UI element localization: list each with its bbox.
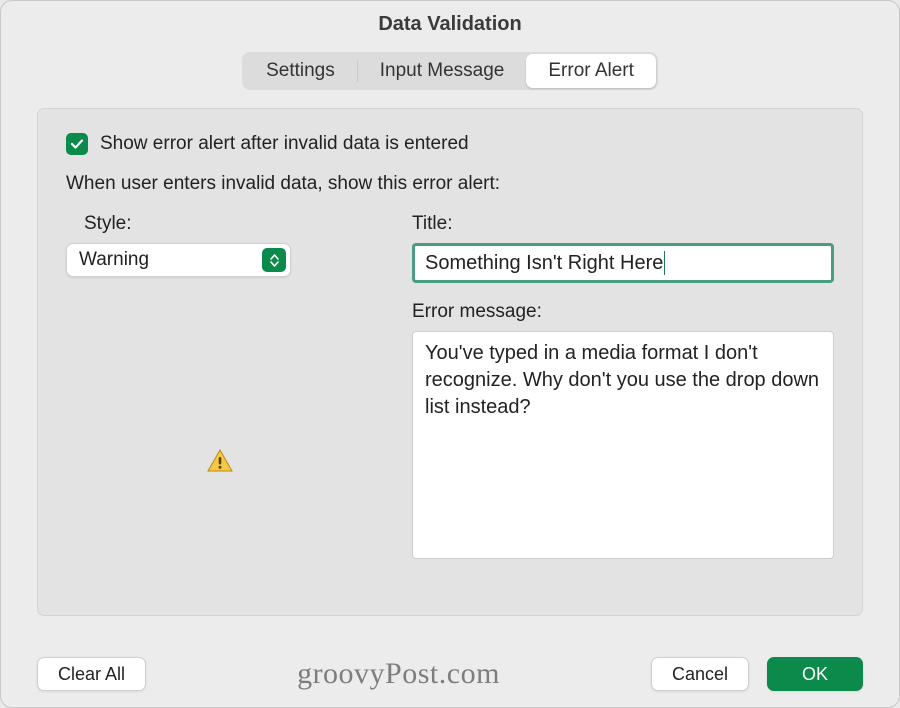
prompt-text: When user enters invalid data, show this… [66, 173, 834, 195]
warning-triangle-icon [207, 449, 233, 473]
clear-all-button[interactable]: Clear All [37, 657, 146, 691]
fields-columns: Style: Warning [66, 213, 834, 559]
select-stepper-icon [262, 248, 286, 272]
tab-bar: Settings Input Message Error Alert [29, 52, 871, 90]
style-column: Style: Warning [66, 213, 374, 559]
style-label: Style: [84, 213, 374, 235]
title-label: Title: [412, 213, 834, 235]
tab-settings[interactable]: Settings [244, 54, 357, 88]
style-select-value: Warning [79, 249, 149, 271]
style-select[interactable]: Warning [66, 243, 291, 277]
error-message-label: Error message: [412, 301, 834, 323]
ok-button[interactable]: OK [767, 657, 863, 691]
chevron-up-icon [270, 254, 279, 260]
dialog-footer: Clear All groovyPost.com Cancel OK [1, 657, 899, 691]
show-alert-label: Show error alert after invalid data is e… [100, 133, 469, 155]
chevron-down-icon [270, 261, 279, 267]
watermark-text: groovyPost.com [146, 657, 651, 691]
tab-error-alert[interactable]: Error Alert [526, 54, 656, 88]
error-alert-panel: Show error alert after invalid data is e… [37, 108, 863, 616]
cancel-button[interactable]: Cancel [651, 657, 749, 691]
text-caret [664, 251, 665, 275]
dialog-title: Data Validation [1, 1, 899, 46]
footer-right-buttons: Cancel OK [651, 657, 863, 691]
tab-group: Settings Input Message Error Alert [242, 52, 658, 90]
checkmark-icon [70, 137, 84, 151]
data-validation-dialog: Data Validation Settings Input Message E… [0, 0, 900, 708]
dialog-body: Settings Input Message Error Alert Show … [1, 52, 899, 616]
title-input[interactable]: Something Isn't Right Here [412, 243, 834, 283]
tab-input-message[interactable]: Input Message [358, 54, 527, 88]
title-input-value: Something Isn't Right Here [425, 252, 663, 275]
show-alert-row: Show error alert after invalid data is e… [66, 133, 834, 155]
error-message-textarea[interactable]: You've typed in a media format I don't r… [412, 331, 834, 559]
title-message-column: Title: Something Isn't Right Here Error … [412, 213, 834, 559]
show-alert-checkbox[interactable] [66, 133, 88, 155]
style-preview-icon-holder [66, 449, 374, 473]
footer-spacer: groovyPost.com [146, 657, 651, 691]
